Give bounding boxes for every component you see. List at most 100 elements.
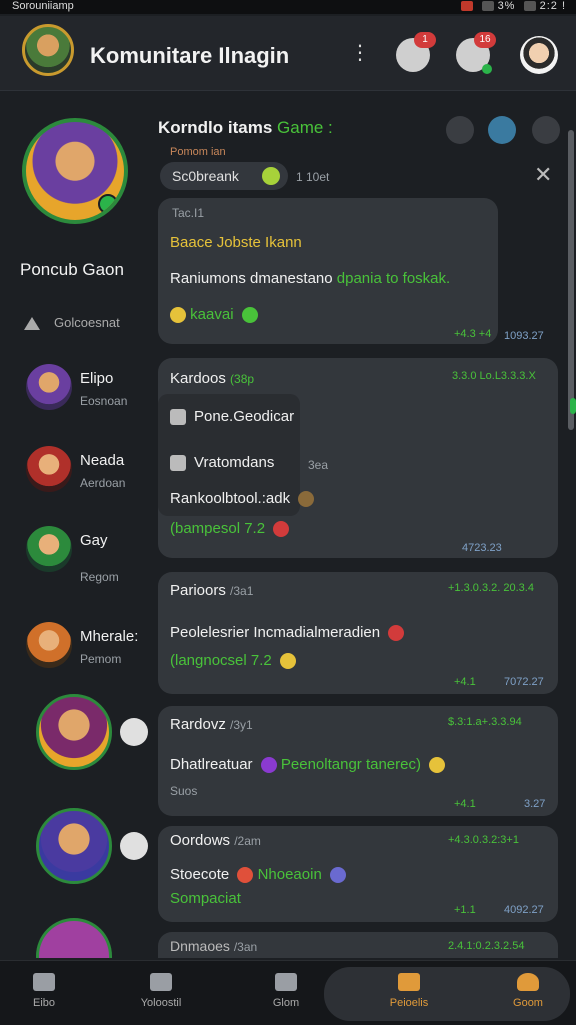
contact-item[interactable]: Neada Aerdoan — [0, 446, 150, 510]
sender-age: /3a1 — [230, 584, 254, 598]
status-time: 2:2 ! — [539, 0, 566, 12]
bell-icon[interactable] — [446, 116, 474, 144]
message-label: Tac.I1 — [172, 206, 205, 220]
member-icon[interactable] — [488, 116, 516, 144]
sender-name: Rardovz — [170, 716, 226, 733]
bottom-nav: Eibo Yoloostil Glom Peioelis Goom — [0, 960, 576, 1025]
sender-age: /2am — [234, 834, 261, 848]
message-text-a: Peolelesrier Incmadialmeradien — [170, 624, 381, 641]
user-avatar[interactable] — [22, 118, 128, 224]
contact-name: Elipo — [80, 370, 114, 387]
scroll-indicator — [570, 398, 576, 414]
score-pill[interactable]: Sc0breank — [160, 162, 288, 190]
online-indicator — [98, 194, 118, 214]
community-avatar[interactable] — [22, 24, 74, 76]
message-text-b: Nhoeaoin — [257, 866, 322, 883]
message-text: Dhatlreatuar Peenoltangr tanerec) — [170, 756, 446, 774]
sender: Oordows /2am — [170, 832, 261, 849]
document-icon — [170, 409, 186, 426]
nav-item-home[interactable]: Eibo — [14, 961, 74, 1025]
message-time: 1093.27 — [504, 330, 544, 342]
emoji-icon — [298, 491, 315, 508]
message-card[interactable]: Kardoos (38p 3.3.0 Lo.L3.3.3.X Pone.Geod… — [158, 358, 558, 558]
message-time-top: 2.4.1:0.2.3.2.54 — [448, 940, 525, 952]
member-avatar[interactable] — [36, 694, 112, 770]
message-subtext-a: (langnocsel 7.2 — [170, 652, 272, 669]
contact-avatar — [26, 446, 72, 492]
contact-item[interactable]: Elipo Eosnoan — [0, 364, 150, 428]
emoji-icon — [329, 867, 346, 884]
message-text-a: Dhatlreatuar — [170, 756, 253, 773]
more-menu-icon[interactable]: ⋮ — [350, 40, 370, 65]
sender-name: Kardoos — [170, 370, 226, 387]
scrollbar[interactable] — [568, 130, 574, 430]
message-card[interactable]: Parioors /3a1 +1.3.0.3.2. 20.3.4 Peolele… — [158, 572, 558, 694]
settings-link[interactable]: Golcoesnat — [24, 315, 120, 331]
message-subtext: Suos — [170, 784, 198, 798]
message-text-a: Stoecote — [170, 866, 230, 883]
contact-item[interactable]: Gay Regom — [0, 526, 150, 590]
list-item-meta: 3ea — [308, 458, 329, 472]
message-card[interactable]: Rardovz /3y1 $.3:1.a+.3.3.94 Dhatlreatua… — [158, 706, 558, 816]
chat-title: Korndlo itams Game : — [158, 118, 333, 138]
emoji-icon — [388, 625, 405, 642]
status-bar: Sorouniiamp 3% 2:2 ! — [0, 0, 576, 14]
list-item[interactable]: Pone.Geodicar — [170, 408, 295, 426]
settings-icon — [24, 317, 40, 331]
message-ticks: +4.1 — [454, 676, 476, 688]
notifications-icon[interactable]: 1 — [396, 32, 436, 72]
message-time-top: +4.3.0.3.2:3+1 — [448, 834, 519, 846]
close-icon[interactable]: ✕ — [534, 162, 552, 188]
message-card[interactable]: Oordows /2am +4.3.0.3.2:3+1 Stoecote Nho… — [158, 826, 558, 922]
message-text-a: Rankoolbtool.:adk — [170, 490, 291, 507]
list-item-label: Pone.Geodicar — [194, 408, 295, 425]
nav-label: Goom — [513, 997, 543, 1009]
message-time: 3.27 — [524, 798, 546, 810]
sender-age: /3an — [233, 940, 258, 954]
sender-age: (38p — [230, 372, 255, 386]
member-mini-avatar[interactable] — [120, 832, 148, 860]
message-subtext-a: (bampesol 7.2 — [170, 520, 266, 537]
message-time: 4723.23 — [462, 542, 502, 554]
sender: Dnmaoes /3an — [170, 938, 257, 954]
contact-status: Pemom — [80, 652, 122, 666]
message-subtext: (bampesol 7.2 — [170, 520, 290, 538]
app-title: Komunitare Ilnagin — [90, 43, 290, 68]
message-ticks: +1.1 — [454, 904, 476, 916]
sender-name: Dnmaoes — [170, 938, 230, 954]
contact-avatar — [26, 622, 72, 668]
nav-item-chat[interactable]: Glom — [256, 961, 316, 1025]
emoji-icon — [260, 757, 277, 774]
score-meta: 1 10et — [296, 170, 330, 184]
sender: Kardoos (38p — [170, 370, 254, 387]
contact-status: Regom — [80, 570, 119, 584]
emoji-icon — [237, 867, 254, 884]
message-text: Rankoolbtool.:adk — [170, 490, 315, 508]
settings-icon[interactable] — [532, 116, 560, 144]
emoji-icon — [170, 307, 186, 324]
sender: Parioors /3a1 — [170, 582, 253, 599]
nav-item-user[interactable]: Goom — [496, 961, 560, 1025]
list-item[interactable]: Vratomdans — [170, 454, 274, 472]
nav-label: Yoloostil — [140, 997, 182, 1009]
contact-item[interactable]: Mherale: Pemom — [0, 622, 150, 686]
nav-item-profile[interactable]: Peioelis — [374, 961, 444, 1025]
message-time: 4092.27 — [504, 904, 544, 916]
house-icon — [150, 973, 172, 991]
notifications-badge: 1 — [414, 32, 436, 48]
contact-status: Aerdoan — [80, 476, 126, 490]
member-mini-avatar[interactable] — [120, 718, 148, 746]
message-text-a: Raniumons dmanestano — [170, 270, 333, 287]
nav-item-notifications[interactable]: Yoloostil — [124, 961, 198, 1025]
nav-label: Glom — [272, 997, 300, 1009]
contact-avatar — [26, 526, 72, 572]
message-ticks: +4.1 — [454, 798, 476, 810]
member-avatar[interactable] — [36, 808, 112, 884]
user-name: Poncub Gaon — [20, 260, 124, 279]
message-card[interactable]: Tac.I1 Baace Jobste Ikann Raniumons dman… — [158, 198, 498, 344]
emoji-icon — [429, 757, 446, 774]
message-card[interactable]: Dnmaoes /3an 2.4.1:0.2.3.2.54 — [158, 932, 558, 958]
reaction-row: kaavai — [170, 306, 258, 324]
profile-avatar[interactable] — [520, 36, 558, 74]
friends-icon[interactable]: 16 — [456, 32, 496, 74]
